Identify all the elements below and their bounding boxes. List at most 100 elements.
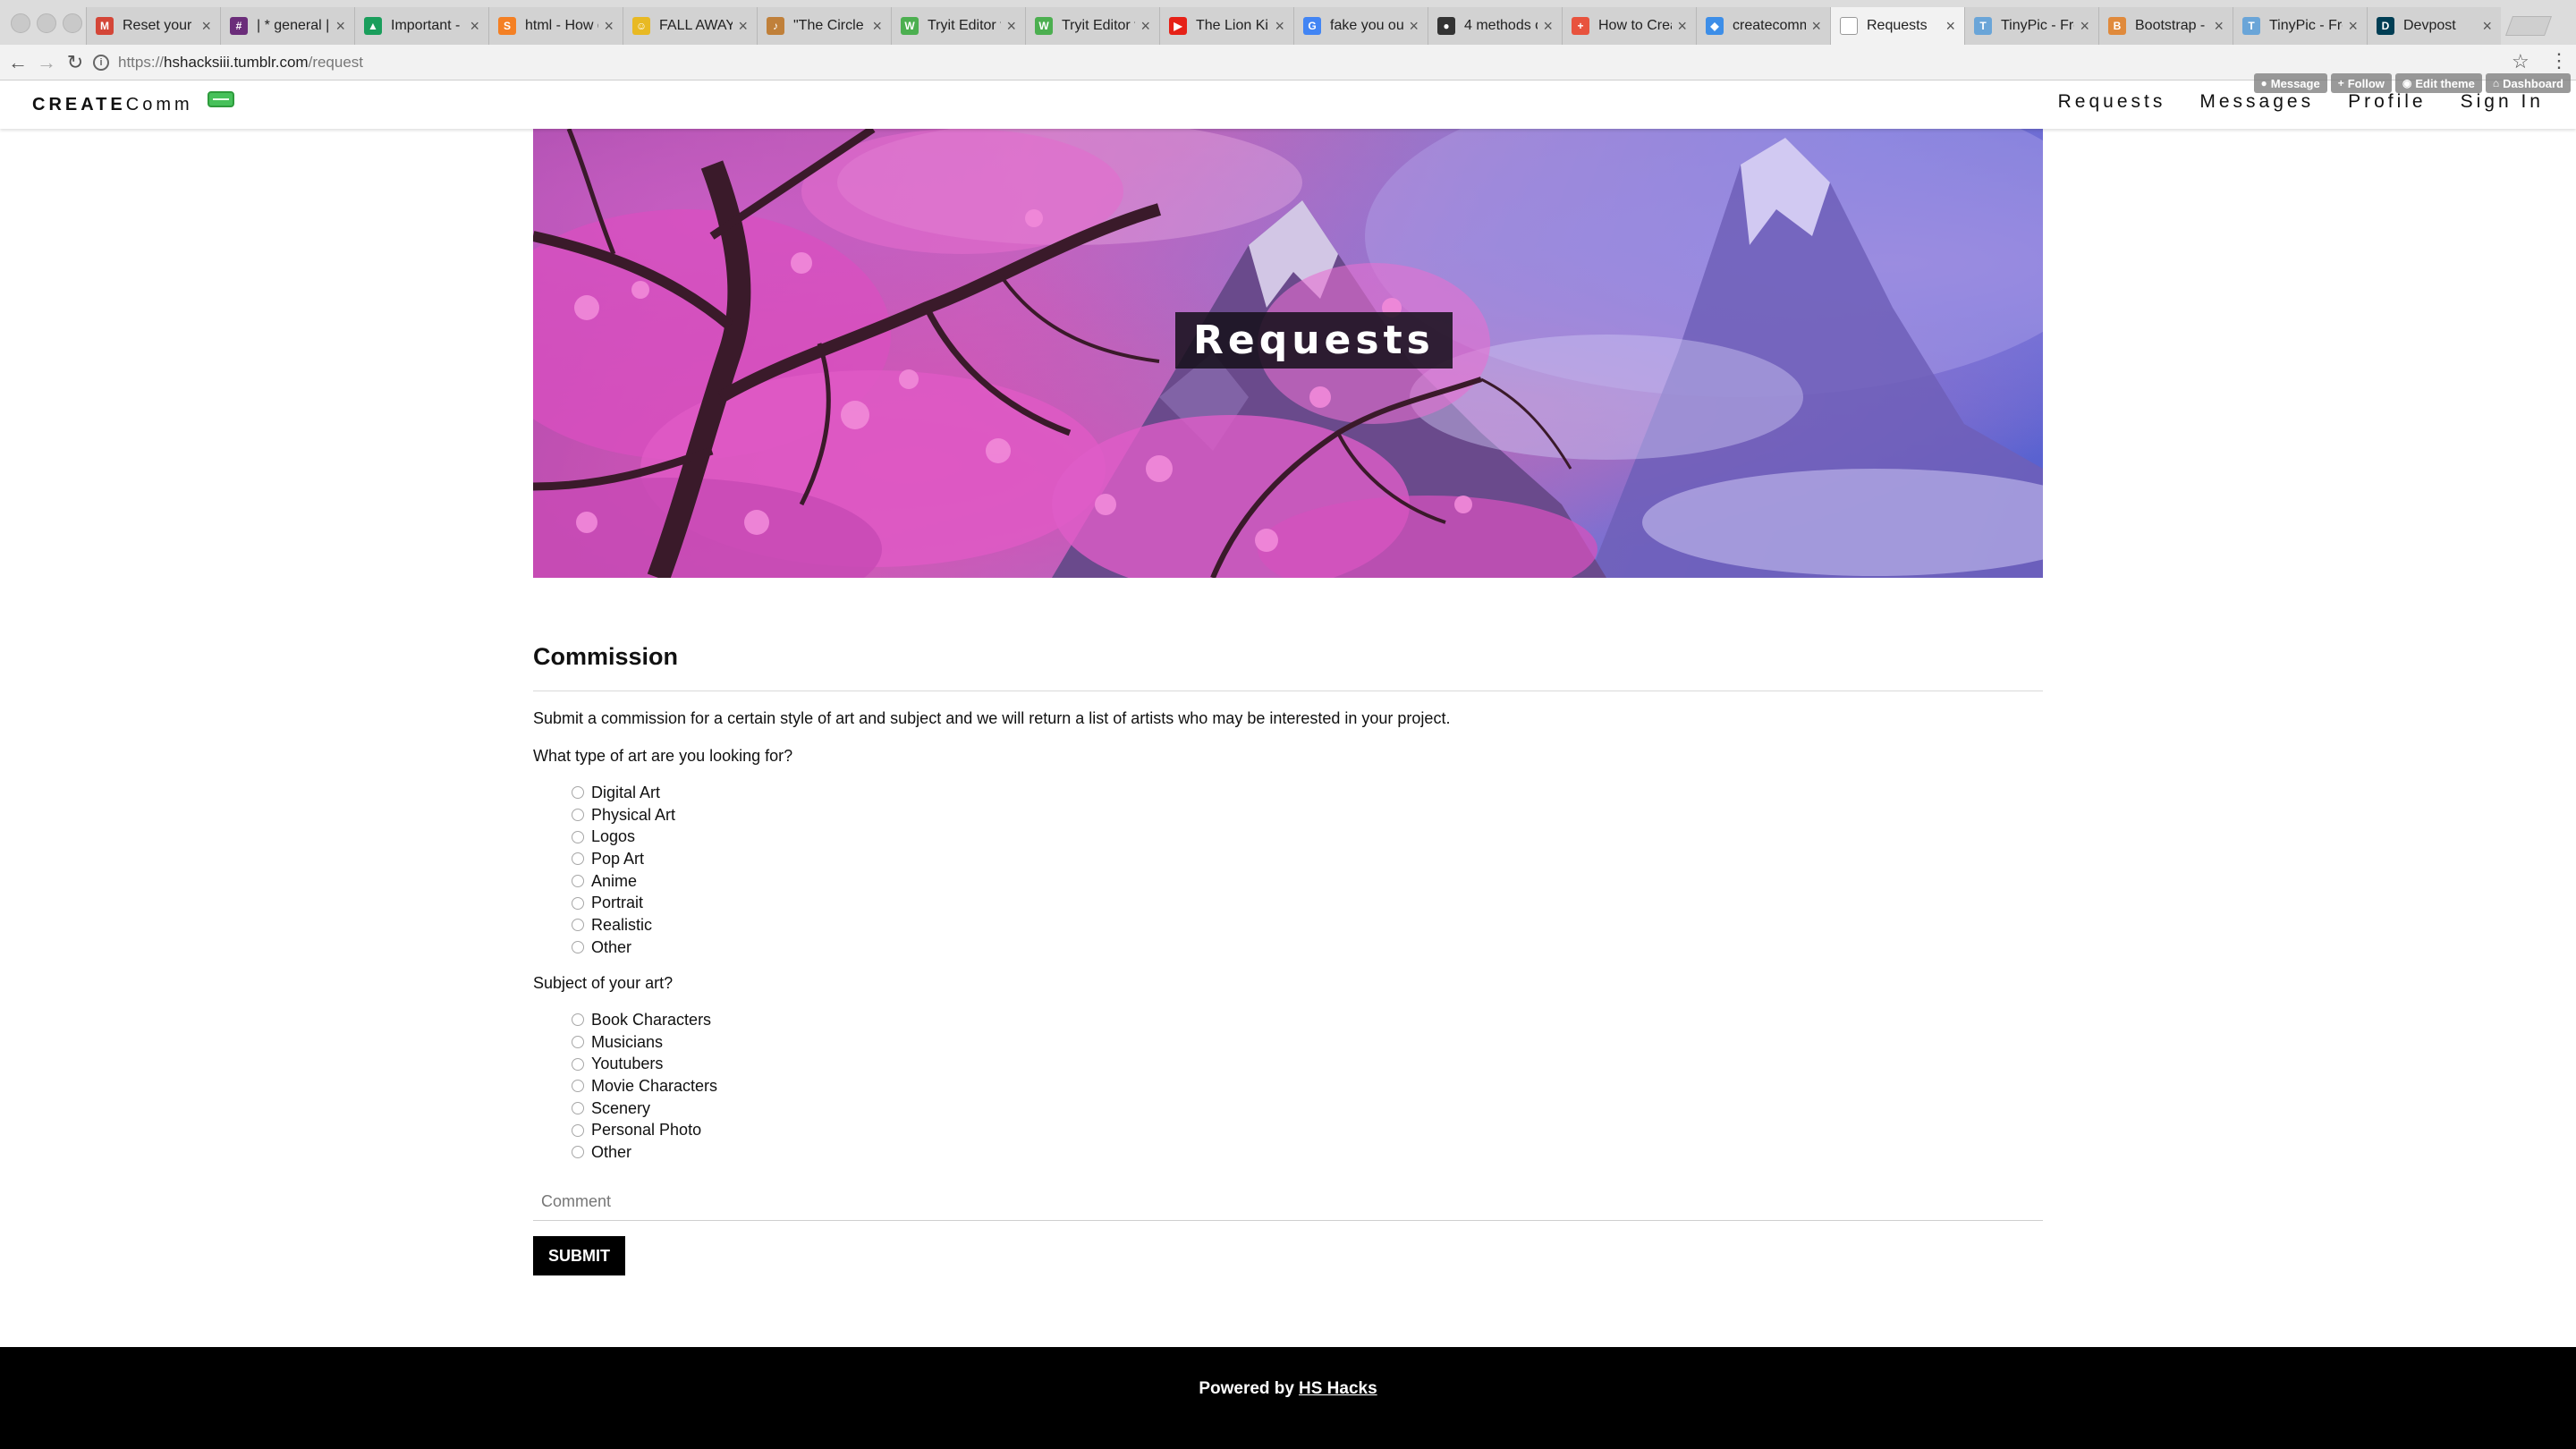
radio-button[interactable] bbox=[572, 1102, 584, 1115]
browser-tab[interactable]: W Tryit Editor v3 × bbox=[1025, 7, 1159, 45]
tab-close-icon[interactable]: × bbox=[1543, 17, 1553, 36]
browser-tab[interactable]: Shtml - How do × bbox=[488, 7, 623, 45]
radio-button[interactable] bbox=[572, 809, 584, 822]
browser-tab[interactable]: # | * general | H × bbox=[220, 7, 354, 45]
art-type-option-other[interactable]: Other bbox=[572, 936, 675, 959]
radio-button[interactable] bbox=[572, 830, 584, 843]
tab-favicon-icon: + bbox=[1572, 17, 1589, 35]
forward-arrow-icon[interactable]: → bbox=[34, 50, 59, 75]
bookmark-star-icon[interactable]: ☆ bbox=[2512, 50, 2529, 73]
nav-messages[interactable]: Messages bbox=[2199, 91, 2314, 113]
radio-button[interactable] bbox=[572, 1057, 584, 1071]
comment-input[interactable] bbox=[533, 1183, 2043, 1221]
tab-title: TinyPic - Free bbox=[2001, 18, 2074, 33]
nav-requests[interactable]: Requests bbox=[2058, 91, 2166, 113]
browser-tab[interactable]: ▶ The Lion King × bbox=[1159, 7, 1293, 45]
radio-button[interactable] bbox=[572, 941, 584, 954]
radio-button[interactable] bbox=[572, 1080, 584, 1093]
tab-title: FALL AWAY Ur bbox=[659, 18, 733, 33]
art-type-option-portrait[interactable]: Portrait bbox=[572, 892, 675, 914]
tab-close-icon[interactable]: × bbox=[604, 17, 614, 36]
tab-title: Devpost bbox=[2403, 18, 2456, 33]
new-tab-button[interactable] bbox=[2504, 16, 2553, 36]
tab-close-icon[interactable]: × bbox=[1140, 17, 1150, 36]
message-button[interactable]: ● Message bbox=[2253, 73, 2327, 93]
footer-hs-hacks-link[interactable]: HS Hacks bbox=[1299, 1379, 1377, 1399]
tab-title: | * general | H bbox=[257, 18, 330, 33]
tab-title: The Lion King bbox=[1196, 18, 1269, 33]
nav-sign-in[interactable]: Sign In bbox=[2461, 91, 2544, 113]
subject-option-other[interactable]: Other bbox=[572, 1141, 717, 1164]
radio-button[interactable] bbox=[572, 896, 584, 910]
browser-tab[interactable]: ♪ "The Circle Of × bbox=[757, 7, 891, 45]
radio-button[interactable] bbox=[572, 786, 584, 800]
subject-option-movie-characters[interactable]: Movie Characters bbox=[572, 1075, 717, 1097]
tab-close-icon[interactable]: × bbox=[1275, 17, 1284, 36]
browser-tab[interactable]: D Devpost × bbox=[2367, 7, 2501, 45]
address-bar[interactable]: i https://hshacksiii.tumblr.com/request bbox=[93, 48, 2535, 77]
art-type-option-digital-art[interactable]: Digital Art bbox=[572, 782, 675, 804]
subject-option-musicians[interactable]: Musicians bbox=[572, 1031, 717, 1054]
tab-favicon-icon: ▶ bbox=[1169, 17, 1187, 35]
tab-close-icon[interactable]: × bbox=[1811, 17, 1821, 36]
radio-button[interactable] bbox=[572, 852, 584, 866]
radio-button[interactable] bbox=[572, 1013, 584, 1027]
browser-tab[interactable]: B Bootstrap - H × bbox=[2098, 7, 2233, 45]
subject-option-youtubers[interactable]: Youtubers bbox=[572, 1053, 717, 1075]
tab-close-icon[interactable]: × bbox=[2348, 17, 2358, 36]
edit-theme-button[interactable]: ◉ Edit theme bbox=[2394, 73, 2482, 93]
browser-tab[interactable]: M Reset your pa × bbox=[86, 7, 220, 45]
browser-menu-icon[interactable]: ⋮ bbox=[2549, 49, 2569, 72]
art-type-option-logos[interactable]: Logos bbox=[572, 826, 675, 848]
tab-close-icon[interactable]: × bbox=[2482, 17, 2492, 36]
tab-close-icon[interactable]: × bbox=[2080, 17, 2089, 36]
tab-close-icon[interactable]: × bbox=[470, 17, 479, 36]
tab-close-icon[interactable]: × bbox=[872, 17, 882, 36]
art-type-option-anime[interactable]: Anime bbox=[572, 870, 675, 893]
browser-tab[interactable]: ● 4 methods of × bbox=[1428, 7, 1562, 45]
art-type-option-physical-art[interactable]: Physical Art bbox=[572, 804, 675, 826]
art-type-option-realistic[interactable]: Realistic bbox=[572, 914, 675, 936]
site-info-icon[interactable]: i bbox=[93, 55, 109, 71]
browser-tab[interactable]: Gfake you out h × bbox=[1293, 7, 1428, 45]
follow-button[interactable]: + Follow bbox=[2330, 73, 2392, 93]
radio-button[interactable] bbox=[572, 1146, 584, 1159]
radio-button[interactable] bbox=[572, 919, 584, 932]
browser-tab[interactable]: ◆ createcomm - × bbox=[1696, 7, 1830, 45]
submit-button[interactable]: SUBMIT bbox=[533, 1236, 625, 1275]
tab-close-icon[interactable]: × bbox=[1677, 17, 1687, 36]
subject-option-scenery[interactable]: Scenery bbox=[572, 1097, 717, 1120]
browser-tab[interactable]: ☺ FALL AWAY Ur × bbox=[623, 7, 757, 45]
tab-favicon-icon: T bbox=[2242, 17, 2260, 35]
back-arrow-icon[interactable]: ← bbox=[5, 50, 30, 75]
browser-tab[interactable]: W Tryit Editor v3 × bbox=[891, 7, 1025, 45]
maximize-window-icon[interactable] bbox=[63, 13, 82, 33]
browser-tab[interactable]: T TinyPic - Free × bbox=[1964, 7, 2098, 45]
browser-tab[interactable]: + How to Create × bbox=[1562, 7, 1696, 45]
browser-tab[interactable]: ▲ Important - Go × bbox=[354, 7, 488, 45]
radio-button[interactable] bbox=[572, 875, 584, 888]
minimize-window-icon[interactable] bbox=[37, 13, 56, 33]
tab-close-icon[interactable]: × bbox=[738, 17, 748, 36]
tab-close-icon[interactable]: × bbox=[1409, 17, 1419, 36]
reload-icon[interactable]: ↻ bbox=[63, 50, 88, 75]
close-window-icon[interactable] bbox=[11, 13, 30, 33]
subject-option-personal-photo[interactable]: Personal Photo bbox=[572, 1119, 717, 1141]
hero-title: Requests bbox=[1175, 312, 1453, 369]
subject-option-book-characters[interactable]: Book Characters bbox=[572, 1009, 717, 1031]
browser-tab[interactable]: T TinyPic - Free × bbox=[2233, 7, 2367, 45]
radio-button[interactable] bbox=[572, 1036, 584, 1049]
tab-close-icon[interactable]: × bbox=[201, 17, 211, 36]
art-type-option-pop-art[interactable]: Pop Art bbox=[572, 848, 675, 870]
browser-tab[interactable]: Requests × bbox=[1830, 7, 1964, 45]
tab-close-icon[interactable]: × bbox=[1945, 17, 1955, 36]
site-logo[interactable]: CREATEComm bbox=[32, 95, 193, 115]
tab-close-icon[interactable]: × bbox=[335, 17, 345, 36]
tab-close-icon[interactable]: × bbox=[2214, 17, 2224, 36]
nav-profile[interactable]: Profile bbox=[2348, 91, 2427, 113]
tab-title: Reset your pa bbox=[123, 18, 196, 33]
dashboard-button[interactable]: ⌂ Dashboard bbox=[2485, 73, 2571, 93]
radio-button[interactable] bbox=[572, 1123, 584, 1137]
form-title: Commission bbox=[533, 643, 679, 670]
tab-close-icon[interactable]: × bbox=[1006, 17, 1016, 36]
